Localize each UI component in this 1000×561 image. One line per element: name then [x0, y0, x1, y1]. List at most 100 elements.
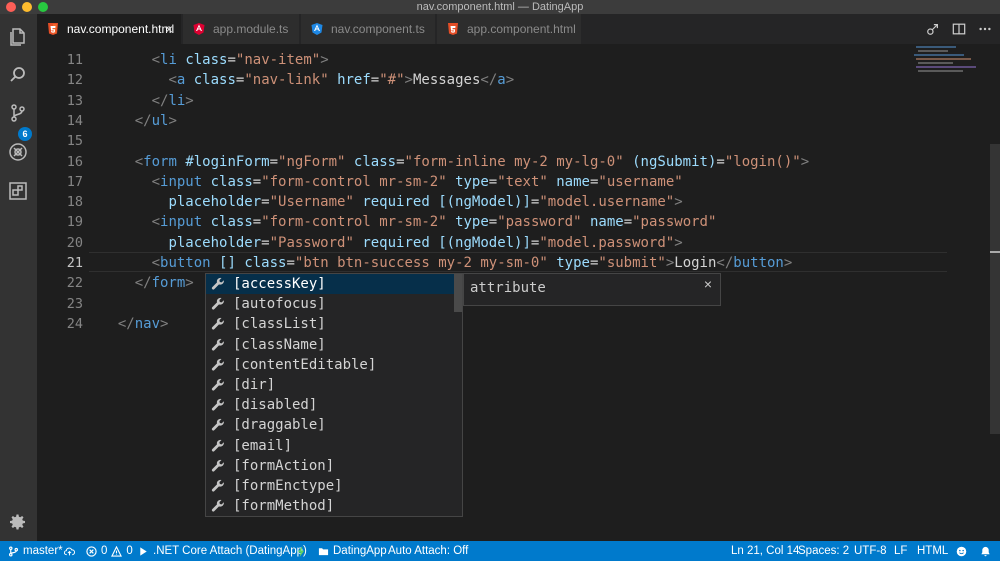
tab-app-component-html[interactable]: app.component.html: [437, 14, 582, 44]
suggestion-item[interactable]: [autofocus]: [206, 294, 462, 314]
eol-selector[interactable]: LF: [894, 541, 907, 561]
auto-attach-toggle[interactable]: Auto Attach: Off: [388, 541, 468, 561]
suggestion-label: [autofocus]: [233, 296, 326, 313]
line-number: 24: [66, 315, 83, 332]
code-token: "ngForm": [278, 153, 346, 170]
live-share-icon[interactable]: [296, 541, 307, 561]
debug-config-selector[interactable]: .NET Core Attach (DatingApp): [138, 541, 307, 561]
more-actions-icon[interactable]: [976, 20, 994, 38]
code-token: required: [362, 234, 430, 251]
tab-label: app.module.ts: [213, 22, 289, 36]
code-line[interactable]: <li class="nav-item">: [101, 50, 329, 70]
suggestion-item[interactable]: [className]: [206, 335, 462, 355]
debug-icon[interactable]: [7, 141, 29, 163]
code-token: []: [219, 255, 236, 271]
autocomplete-suggestions[interactable]: [formMethod] [formEnctype] [formAction] [em…: [205, 273, 463, 517]
suggestion-item[interactable]: [formEnctype]: [206, 476, 462, 496]
code-line[interactable]: <input class="form-control mr-sm-2" type…: [101, 212, 717, 232]
wrench-icon: [211, 277, 224, 290]
code-token: "nav-link": [244, 72, 329, 89]
code-token: >: [505, 72, 515, 89]
cloud-upload-icon: [64, 547, 75, 555]
tab-nav-component-html[interactable]: nav.component.html ×: [37, 14, 182, 44]
wrench-icon: [211, 318, 224, 330]
code-token: >: [665, 255, 675, 271]
suggestion-label: [className]: [233, 336, 326, 353]
code-line[interactable]: <form #loginForm="ngForm" class="form-in…: [101, 152, 809, 172]
code-line[interactable]: <button [] class="btn btn-success my-2 m…: [101, 253, 793, 273]
wrench-icon: [211, 419, 224, 431]
code-line[interactable]: </ul>: [101, 111, 177, 131]
feedback-icon[interactable]: [956, 541, 967, 561]
code-token: "#": [379, 72, 405, 89]
suggestion-item[interactable]: [formMethod]: [206, 496, 462, 516]
suggestion-item[interactable]: [disabled]: [206, 395, 462, 415]
code-token: "password": [632, 214, 717, 231]
open-changes-icon[interactable]: [924, 20, 942, 38]
code-line[interactable]: <a class="nav-link" href="#">Messages</a…: [101, 70, 514, 90]
code-token: =: [396, 153, 405, 170]
notifications-icon[interactable]: [980, 541, 991, 561]
close-icon[interactable]: ×: [165, 22, 173, 36]
tab-nav-component-ts[interactable]: nav.component.ts: [301, 14, 436, 44]
problems-indicator[interactable]: 0 0: [86, 541, 133, 561]
code-line[interactable]: placeholder="Password" required [(ngMode…: [101, 233, 682, 253]
html-file-icon: [48, 23, 58, 35]
suggestion-item[interactable]: [accessKey]: [206, 274, 462, 294]
vertical-scrollbar[interactable]: [990, 144, 1000, 434]
code-token: required: [362, 194, 430, 211]
close-icon[interactable]: ×: [704, 276, 712, 292]
code-token: input: [160, 173, 203, 190]
code-line[interactable]: </form>: [101, 273, 194, 293]
code-token: nav: [134, 315, 161, 332]
sync-button[interactable]: [64, 541, 75, 561]
line-number: 16: [66, 153, 83, 170]
suggestion-item[interactable]: [contentEditable]: [206, 355, 462, 375]
code-token: name: [589, 214, 624, 231]
code-token: a: [497, 72, 506, 89]
code-line[interactable]: placeholder="Username" required [(ngMode…: [101, 192, 682, 212]
code-token: type: [556, 255, 590, 271]
explorer-icon[interactable]: [7, 26, 29, 48]
code-token: </: [117, 315, 135, 332]
wrench-icon: [211, 399, 224, 411]
branch-indicator[interactable]: master*: [8, 541, 63, 561]
folder-indicator[interactable]: DatingApp: [318, 541, 387, 561]
gear-icon[interactable]: [7, 511, 29, 533]
language-mode-selector[interactable]: HTML: [917, 541, 948, 561]
angular-file-icon: [193, 23, 205, 35]
suggestion-item[interactable]: [formAction]: [206, 456, 462, 476]
code-token: <: [151, 255, 161, 271]
split-editor-icon[interactable]: [950, 20, 968, 38]
suggestion-item[interactable]: [email]: [206, 436, 462, 456]
error-count: 0: [101, 545, 108, 557]
suggestion-item[interactable]: [draggable]: [206, 415, 462, 435]
code-line[interactable]: </li>: [101, 91, 194, 111]
code-line[interactable]: <input class="form-control mr-sm-2" type…: [101, 172, 683, 192]
suggestions-scrollbar[interactable]: [454, 274, 462, 312]
tab-app-module-ts[interactable]: app.module.ts: [183, 14, 300, 44]
cursor-position[interactable]: Ln 21, Col 14: [731, 541, 799, 561]
code-token: "login()": [724, 153, 801, 170]
suggestion-item[interactable]: [dir]: [206, 375, 462, 395]
extensions-icon[interactable]: [7, 180, 29, 202]
source-control-icon[interactable]: [7, 102, 29, 124]
code-token: button: [160, 255, 211, 271]
folder-name: DatingApp: [333, 545, 387, 557]
code-token: "btn btn-success my-2 my-sm-0": [294, 255, 548, 271]
suggestion-item[interactable]: [classList]: [206, 314, 462, 334]
search-icon[interactable]: [7, 64, 29, 86]
code-line[interactable]: </nav>: [101, 314, 169, 334]
code-token: "form-control mr-sm-2": [261, 214, 447, 231]
encoding-selector[interactable]: UTF-8: [854, 541, 887, 561]
indentation-selector[interactable]: Spaces: 2: [798, 541, 849, 561]
minimap[interactable]: [912, 44, 982, 84]
line-number: 12: [66, 72, 83, 89]
code-token: Login: [674, 255, 717, 271]
